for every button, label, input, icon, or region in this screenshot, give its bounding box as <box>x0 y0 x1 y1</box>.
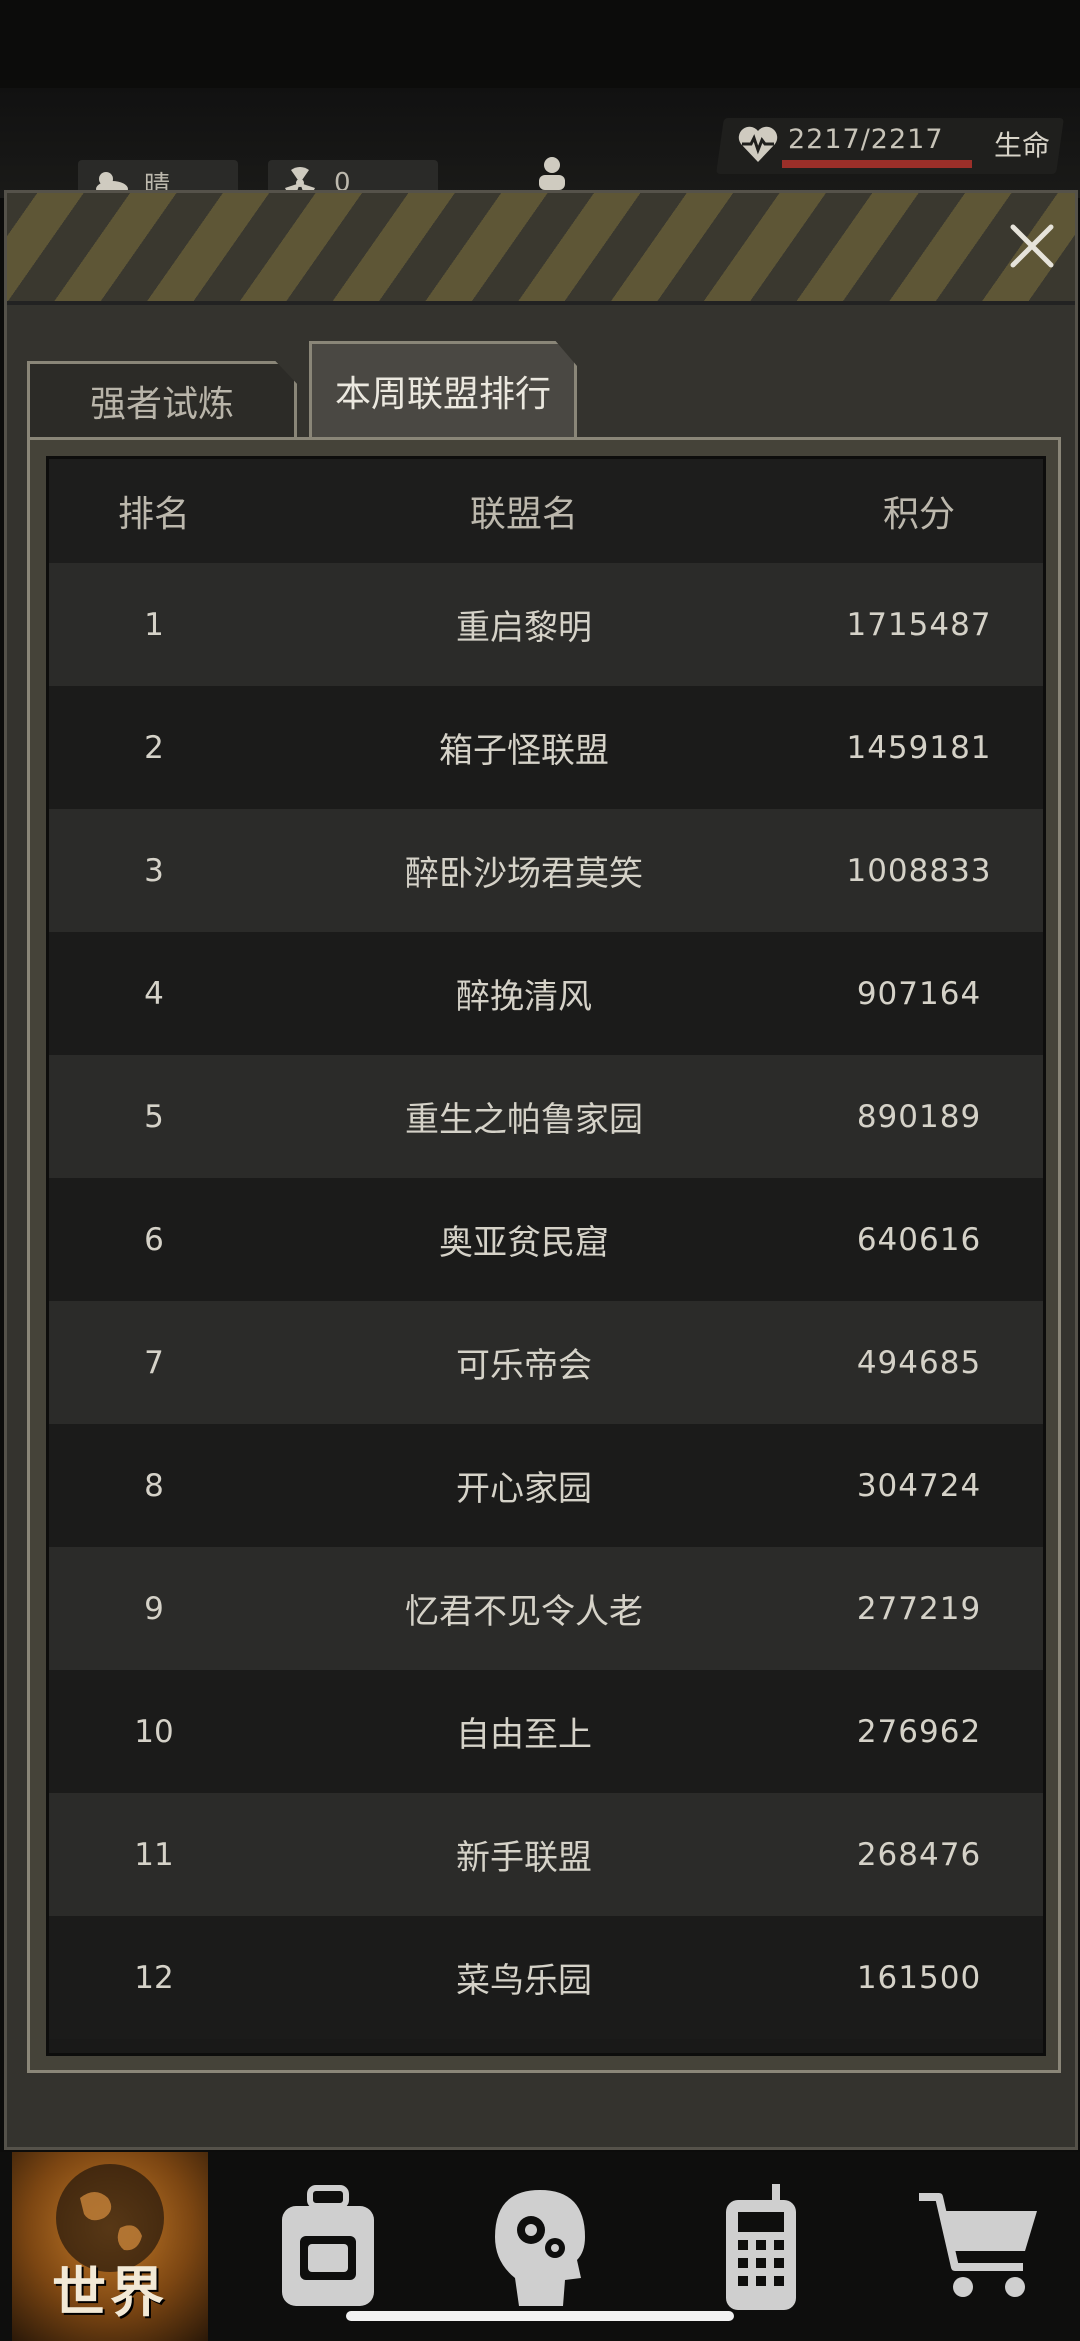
row-score: 640616 <box>856 1221 982 1258</box>
brain-head-icon <box>495 2189 585 2306</box>
close-button[interactable] <box>1003 217 1061 275</box>
row-alliance-name: 自由至上 <box>456 1715 592 1755</box>
person-icon <box>530 151 574 195</box>
heartbeat-icon <box>736 122 780 166</box>
table-header: 排名 联盟名 积分 <box>49 459 1043 563</box>
phone-icon <box>726 2183 796 2310</box>
row-rank: 5 <box>144 1098 164 1135</box>
tab-label: 本周联盟排行 <box>334 373 551 415</box>
nav-world-label: 世界 <box>52 2261 168 2324</box>
row-alliance-name: 重启黎明 <box>456 608 592 648</box>
row-score: 277219 <box>856 1590 982 1627</box>
row-rank: 9 <box>144 1590 164 1627</box>
tab-label: 强者试炼 <box>89 383 234 425</box>
row-score: 890189 <box>856 1098 982 1135</box>
header-rank: 排名 <box>117 494 190 535</box>
row-score: 494685 <box>856 1344 982 1381</box>
tab-weekly-alliance-ranking[interactable]: 本周联盟排行 <box>309 341 577 437</box>
row-rank: 11 <box>134 1836 174 1873</box>
row-rank: 8 <box>144 1467 164 1504</box>
table-row[interactable]: 4 醉挽清风 907164 <box>49 932 1043 1055</box>
row-score: 907164 <box>856 975 982 1012</box>
cart-icon <box>919 2192 1037 2297</box>
row-rank: 12 <box>134 1959 174 1996</box>
row-score: 161500 <box>856 1959 982 1996</box>
row-alliance-name: 醉挽清风 <box>456 977 592 1017</box>
header-alliance-name: 联盟名 <box>469 494 578 535</box>
row-score: 1715487 <box>846 606 992 643</box>
row-alliance-name: 重生之帕鲁家园 <box>405 1100 643 1140</box>
row-rank: 6 <box>144 1221 164 1258</box>
table-row[interactable]: 11 新手联盟 268476 <box>49 1793 1043 1916</box>
table-row[interactable]: 1 重启黎明 1715487 <box>49 563 1043 686</box>
nav-shop[interactable] <box>880 2152 1080 2341</box>
row-rank: 7 <box>144 1344 164 1381</box>
ranking-table[interactable]: 排名 联盟名 积分 1 重启黎明 1715487 2 箱子怪联盟 1459181 3 醉卧… <box>46 456 1046 2056</box>
row-score: 268476 <box>856 1836 982 1873</box>
hp-label: 生命 <box>994 129 1051 162</box>
ranking-table-frame: 排名 联盟名 积分 1 重启黎明 1715487 2 箱子怪联盟 1459181 3 醉卧… <box>27 437 1061 2073</box>
row-alliance-name: 可乐帝会 <box>456 1346 592 1386</box>
row-alliance-name: 开心家园 <box>456 1469 592 1509</box>
row-alliance-name: 箱子怪联盟 <box>439 731 609 771</box>
table-row[interactable]: 5 重生之帕鲁家园 890189 <box>49 1055 1043 1178</box>
table-row[interactable]: 7 可乐帝会 494685 <box>49 1301 1043 1424</box>
row-rank: 4 <box>144 975 164 1012</box>
header-score: 积分 <box>882 494 955 535</box>
row-rank: 10 <box>134 1713 174 1750</box>
table-body: 1 重启黎明 1715487 2 箱子怪联盟 1459181 3 醉卧沙场君莫笑 10088… <box>49 563 1043 2039</box>
game-screen: 晴 0 2217/2217 生命 强者试炼 本周联盟排行 排名 联盟名 积分 1… <box>0 0 1080 2341</box>
table-row[interactable]: 2 箱子怪联盟 1459181 <box>49 686 1043 809</box>
tab-strongest-trial[interactable]: 强者试炼 <box>27 361 297 437</box>
row-rank: 2 <box>144 729 164 766</box>
backpack-icon <box>282 2184 374 2306</box>
row-alliance-name: 醉卧沙场君莫笑 <box>405 854 643 894</box>
table-row[interactable]: 9 忆君不见令人老 277219 <box>49 1547 1043 1670</box>
row-rank: 3 <box>144 852 164 889</box>
row-alliance-name: 奥亚贫民窟 <box>439 1223 609 1263</box>
table-row[interactable]: 12 菜鸟乐园 161500 <box>49 1916 1043 2039</box>
row-score: 1459181 <box>846 729 992 766</box>
row-score: 276962 <box>856 1713 982 1750</box>
hp-bar <box>782 160 972 168</box>
row-alliance-name: 菜鸟乐园 <box>456 1961 592 2001</box>
table-row[interactable]: 8 开心家园 304724 <box>49 1424 1043 1547</box>
table-row[interactable]: 10 自由至上 276962 <box>49 1670 1043 1793</box>
alliance-ranking-modal: 强者试炼 本周联盟排行 排名 联盟名 积分 1 重启黎明 1715487 2 箱子怪联… <box>4 190 1078 2150</box>
close-icon <box>1010 224 1054 268</box>
table-row[interactable]: 6 奥亚贫民窟 640616 <box>49 1178 1043 1301</box>
table-row[interactable]: 3 醉卧沙场君莫笑 1008833 <box>49 809 1043 932</box>
row-alliance-name: 忆君不见令人老 <box>405 1592 643 1632</box>
nav-world[interactable]: 世界 <box>12 2152 208 2341</box>
row-alliance-name: 新手联盟 <box>456 1838 592 1878</box>
hazard-stripe-header <box>7 193 1075 305</box>
home-indicator[interactable] <box>346 2311 734 2321</box>
row-score: 1008833 <box>846 852 992 889</box>
row-score: 304724 <box>856 1467 982 1504</box>
row-rank: 1 <box>144 606 164 643</box>
hp-value: 2217/2217 <box>788 124 944 155</box>
